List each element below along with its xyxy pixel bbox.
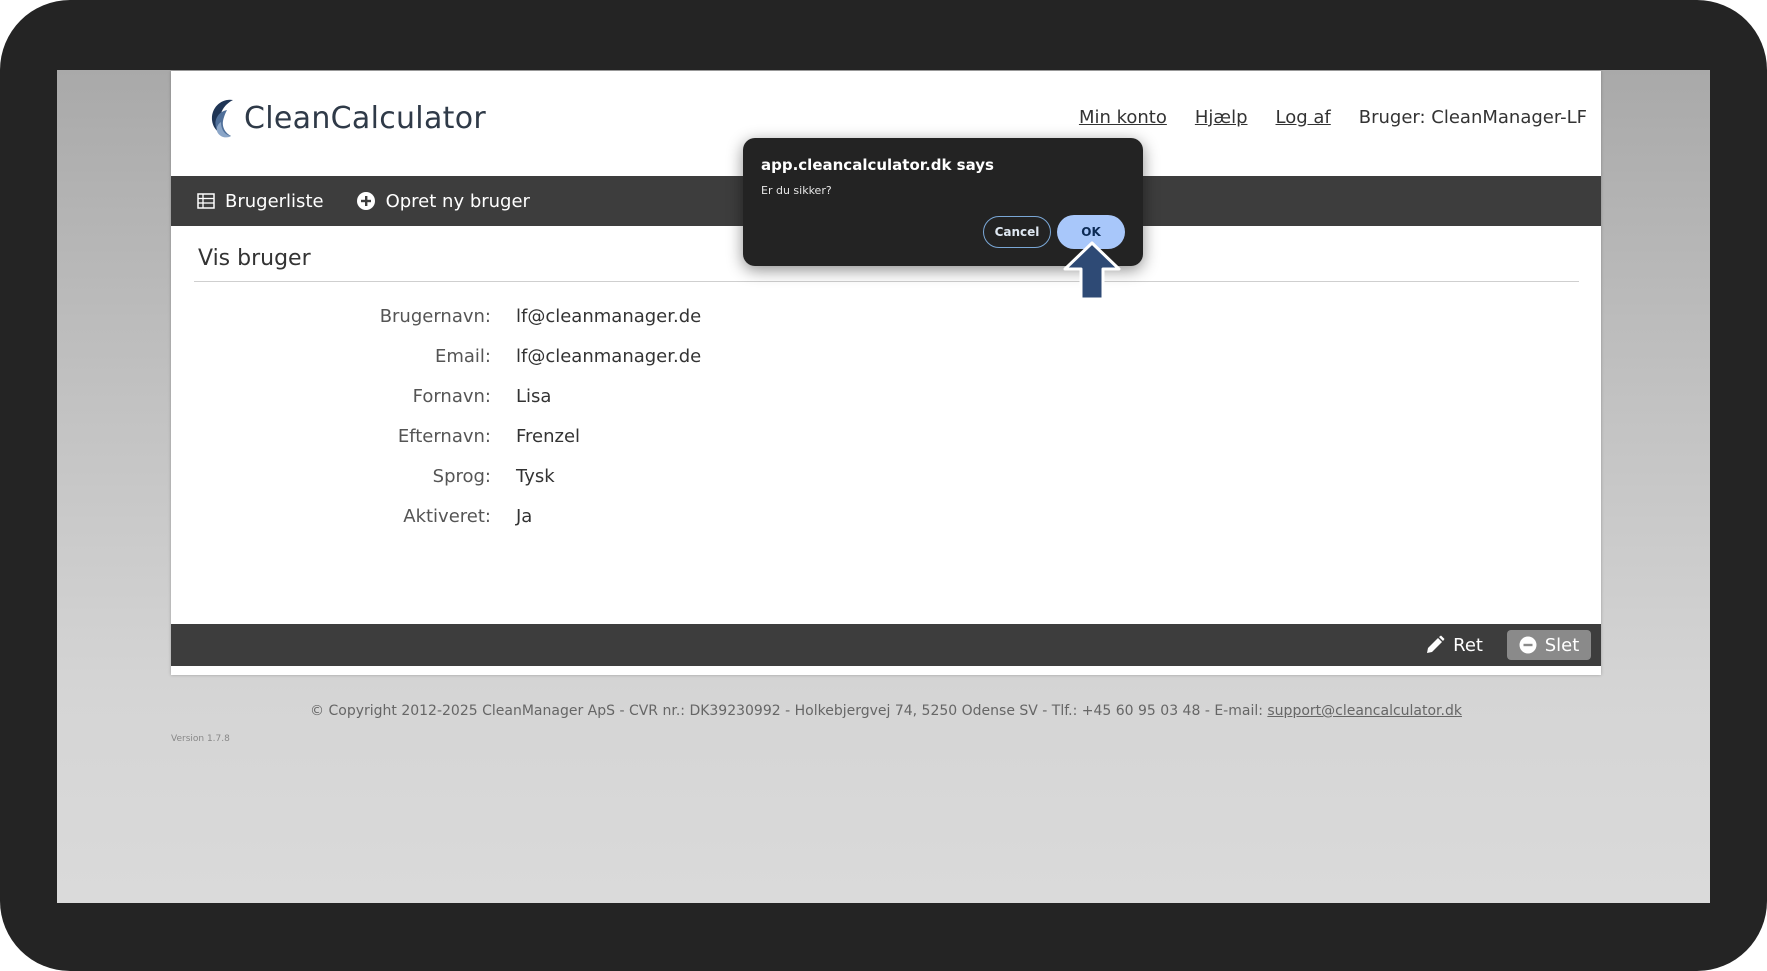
field-label: Sprog: bbox=[432, 466, 491, 487]
dialog-title: app.cleancalculator.dk says bbox=[761, 156, 994, 174]
minus-circle-icon bbox=[1519, 636, 1537, 654]
field-label: Fornavn: bbox=[412, 386, 491, 407]
field-value: Tysk bbox=[516, 466, 555, 487]
user-list-label: Brugerliste bbox=[225, 190, 324, 212]
logout-link[interactable]: Log af bbox=[1276, 107, 1331, 128]
device-frame: CleanCalculator Min konto Hjælp Log af B… bbox=[0, 0, 1767, 971]
logo[interactable]: CleanCalculator bbox=[203, 93, 486, 143]
field-row-lastname: Efternavn: Frenzel bbox=[171, 426, 1071, 466]
pencil-icon bbox=[1427, 635, 1445, 653]
create-user-button[interactable]: Opret ny bruger bbox=[356, 191, 530, 212]
footer-copyright: © Copyright 2012-2025 CleanManager ApS -… bbox=[310, 703, 1268, 719]
edit-button[interactable]: Ret bbox=[1425, 631, 1483, 659]
title-divider bbox=[194, 281, 1579, 282]
delete-label: Slet bbox=[1544, 634, 1580, 656]
field-row-firstname: Fornavn: Lisa bbox=[171, 386, 1071, 426]
my-account-link[interactable]: Min konto bbox=[1079, 107, 1167, 128]
help-link[interactable]: Hjælp bbox=[1195, 107, 1248, 128]
field-value: Frenzel bbox=[516, 426, 581, 447]
user-details: Vis bruger Brugernavn: lf@cleanmanager.d… bbox=[171, 226, 1601, 624]
field-label: Aktiveret: bbox=[403, 506, 491, 527]
dialog-message: Er du sikker? bbox=[761, 184, 832, 197]
table-icon bbox=[197, 193, 215, 209]
version-label: Version 1.7.8 bbox=[171, 734, 230, 744]
page-title: Vis bruger bbox=[198, 246, 311, 271]
field-value: lf@cleanmanager.de bbox=[516, 346, 702, 367]
support-email-link[interactable]: support@cleancalculator.dk bbox=[1267, 703, 1462, 719]
logo-text: CleanCalculator bbox=[244, 100, 486, 136]
current-user-label: Bruger: CleanManager-LF bbox=[1358, 107, 1587, 128]
field-row-email: Email: lf@cleanmanager.de bbox=[171, 346, 1071, 386]
field-row-language: Sprog: Tysk bbox=[171, 466, 1071, 506]
action-bar: Ret Slet bbox=[171, 624, 1601, 666]
field-label: Brugernavn: bbox=[379, 306, 491, 327]
footer: © Copyright 2012-2025 CleanManager ApS -… bbox=[171, 703, 1601, 719]
top-nav: Min konto Hjælp Log af Bruger: CleanMana… bbox=[1079, 107, 1587, 128]
field-row-activated: Aktiveret: Ja bbox=[171, 506, 1071, 546]
field-label: Efternavn: bbox=[397, 426, 491, 447]
edit-label: Ret bbox=[1453, 634, 1483, 656]
field-value: Ja bbox=[516, 506, 533, 527]
field-value: lf@cleanmanager.de bbox=[516, 306, 702, 327]
field-label: Email: bbox=[434, 346, 491, 367]
dialog-cancel-button[interactable]: Cancel bbox=[983, 216, 1051, 248]
field-row-username: Brugernavn: lf@cleanmanager.de bbox=[171, 306, 1071, 346]
create-user-label: Opret ny bruger bbox=[385, 190, 530, 212]
field-value: Lisa bbox=[516, 386, 552, 407]
plus-circle-icon bbox=[356, 192, 375, 210]
delete-button[interactable]: Slet bbox=[1507, 630, 1591, 660]
wave-logo-icon bbox=[211, 99, 233, 138]
user-list-button[interactable]: Brugerliste bbox=[197, 191, 324, 212]
browser-viewport: CleanCalculator Min konto Hjælp Log af B… bbox=[57, 70, 1710, 903]
arrow-up-icon bbox=[1063, 241, 1121, 301]
